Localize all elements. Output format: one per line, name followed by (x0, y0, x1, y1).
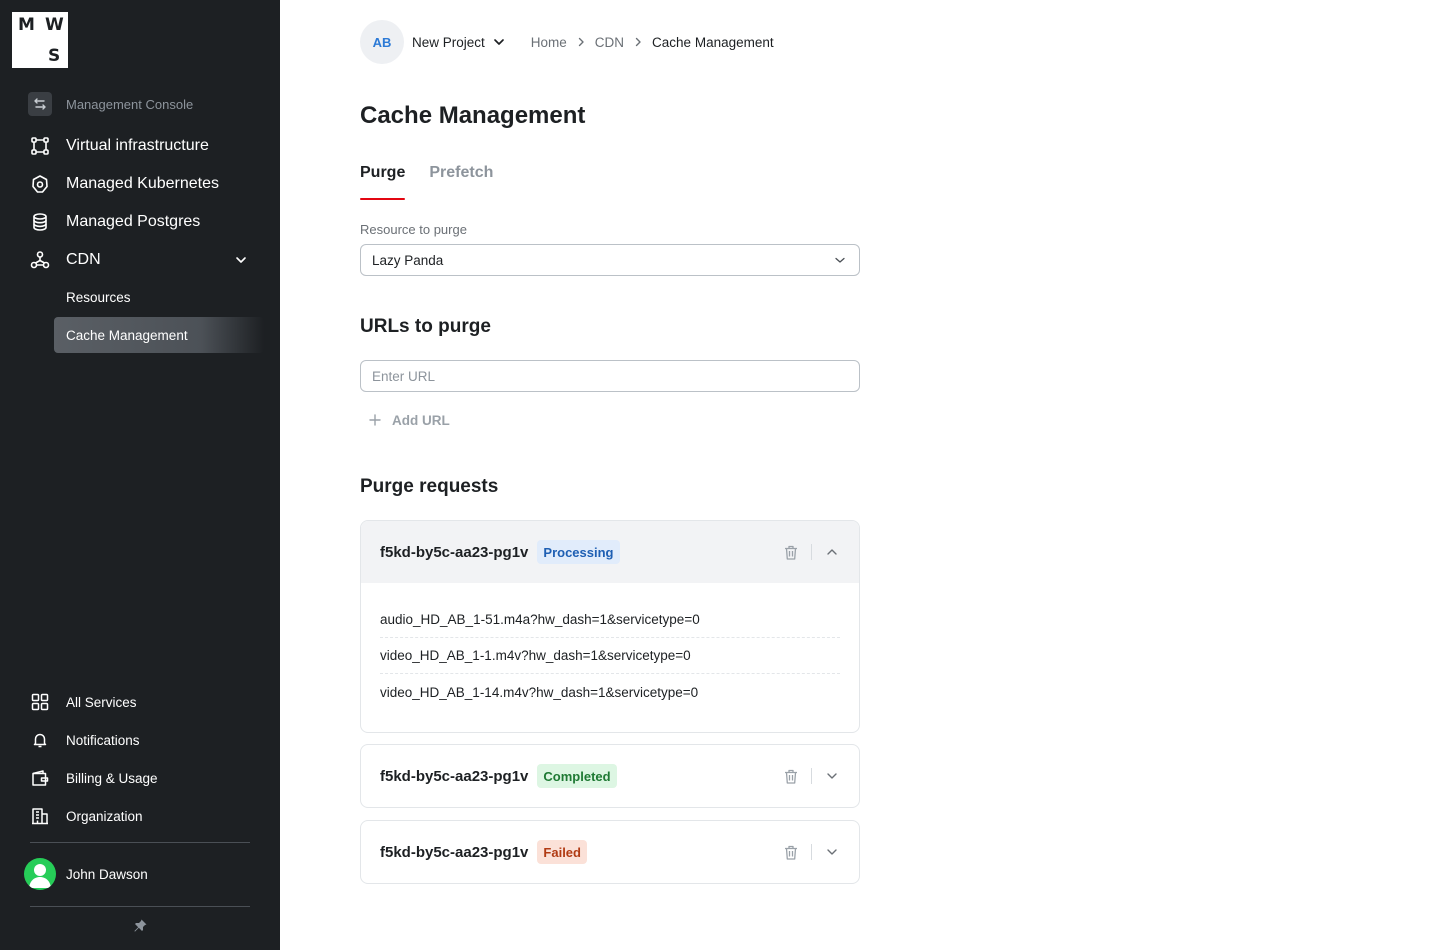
management-console-switch[interactable]: Management Console (28, 92, 193, 116)
trash-icon[interactable] (783, 844, 799, 860)
chevron-up-icon[interactable] (824, 544, 840, 560)
breadcrumb: Home CDN Cache Management (531, 35, 774, 50)
add-url-button[interactable]: Add URL (368, 408, 450, 432)
purge-request-header[interactable]: f5kd-by5c-aa23-pg1v Completed (361, 745, 859, 807)
sidebar-subitem-cache-management[interactable]: Cache Management (54, 317, 264, 353)
breadcrumb-home[interactable]: Home (531, 35, 567, 50)
trash-icon[interactable] (783, 768, 799, 784)
page-title: Cache Management (360, 102, 586, 129)
sidebar-item-managed-postgres[interactable]: Managed Postgres (28, 210, 200, 234)
chevron-down-icon[interactable] (233, 252, 249, 268)
action-divider (811, 844, 812, 860)
sidebar-divider (30, 906, 250, 907)
sidebar-item-notifications[interactable]: Notifications (28, 728, 140, 752)
add-url-label: Add URL (392, 412, 450, 428)
user-name: John Dawson (66, 866, 148, 882)
purge-request-card: f5kd-by5c-aa23-pg1v Failed (360, 820, 860, 884)
management-console-label: Management Console (66, 96, 194, 112)
chevron-right-icon (575, 36, 587, 48)
sidebar-item-billing-usage[interactable]: Billing & Usage (28, 766, 158, 790)
tab-prefetch[interactable]: Prefetch (429, 164, 493, 200)
building-icon (28, 804, 52, 828)
sidebar-item-label: Notifications (66, 732, 140, 748)
purge-request-header[interactable]: f5kd-by5c-aa23-pg1v Failed (361, 821, 859, 883)
status-badge: Completed (537, 764, 617, 788)
sidebar-item-organization[interactable]: Organization (28, 804, 143, 828)
database-icon (28, 210, 52, 234)
project-selector[interactable]: New Project (412, 35, 485, 50)
wallet-icon (28, 766, 52, 790)
sidebar-subitem-label: Resources (66, 289, 131, 305)
cdn-icon (28, 248, 52, 272)
grid-icon (28, 690, 52, 714)
logo-letter: W (45, 15, 64, 35)
tab-purge[interactable]: Purge (360, 164, 406, 200)
project-avatar[interactable]: AB (360, 20, 404, 64)
user-profile[interactable]: John Dawson (24, 858, 148, 890)
sidebar-item-label: Managed Postgres (66, 213, 201, 230)
purge-request-card: f5kd-by5c-aa23-pg1v Processing audio_HD_… (360, 520, 860, 733)
logo-letter: M (18, 15, 35, 35)
avatar (24, 858, 56, 890)
sidebar-item-all-services[interactable]: All Services (28, 690, 137, 714)
requests-section-title: Purge requests (360, 476, 499, 497)
tabs: Purge Prefetch (360, 164, 517, 200)
urls-section-title: URLs to purge (360, 316, 491, 337)
sidebar-item-label: CDN (66, 251, 101, 268)
breadcrumb-current: Cache Management (652, 34, 774, 50)
pin-icon[interactable] (132, 918, 148, 934)
logo-letter: S (48, 46, 61, 66)
breadcrumb-cdn[interactable]: CDN (595, 35, 624, 50)
chevron-down-icon[interactable] (824, 768, 840, 784)
purge-request-id: f5kd-by5c-aa23-pg1v (380, 543, 529, 561)
resource-select[interactable]: Lazy Panda (360, 244, 860, 276)
sidebar-item-label: Managed Kubernetes (66, 175, 219, 192)
resource-select-value: Lazy Panda (372, 252, 444, 268)
sidebar-item-label: Virtual infrastructure (66, 137, 209, 154)
resource-label: Resource to purge (360, 222, 467, 237)
plus-icon (368, 413, 382, 427)
main-content: AB New Project Home CDN Cache Management… (360, 0, 1360, 950)
switch-arrows-icon (28, 92, 52, 116)
url-row: video_HD_AB_1-14.m4v?hw_dash=1&servicety… (380, 684, 699, 700)
sidebar-subitem-resources[interactable]: Resources (54, 279, 264, 315)
sidebar-divider (30, 842, 250, 843)
purge-request-header[interactable]: f5kd-by5c-aa23-pg1v Processing (361, 521, 859, 583)
nodes-icon (28, 134, 52, 158)
chevron-right-icon (632, 36, 644, 48)
sidebar-item-managed-kubernetes[interactable]: Managed Kubernetes (28, 172, 219, 196)
sidebar-subitem-label: Cache Management (66, 327, 188, 343)
url-row: audio_HD_AB_1-51.m4a?hw_dash=1&servicety… (380, 602, 840, 638)
purge-request-id: f5kd-by5c-aa23-pg1v (380, 843, 529, 861)
sidebar-item-virtual-infrastructure[interactable]: Virtual infrastructure (28, 134, 209, 158)
sidebar-item-cdn[interactable]: CDN (28, 248, 246, 272)
topbar: AB New Project Home CDN Cache Management (360, 20, 774, 64)
kubernetes-icon (28, 172, 52, 196)
purge-request-id: f5kd-by5c-aa23-pg1v (380, 767, 529, 785)
action-divider (811, 544, 812, 560)
sidebar: M W S Management Console Virtual infrast… (0, 0, 280, 950)
status-badge: Failed (537, 840, 587, 864)
purge-request-card: f5kd-by5c-aa23-pg1v Completed (360, 744, 860, 808)
sidebar-item-label: Organization (66, 808, 143, 824)
url-row: video_HD_AB_1-1.m4v?hw_dash=1&servicetyp… (380, 638, 840, 674)
sidebar-item-label: Billing & Usage (66, 770, 158, 786)
status-badge: Processing (537, 540, 620, 564)
bell-icon (28, 728, 52, 752)
action-divider (811, 768, 812, 784)
purge-request-urls: audio_HD_AB_1-51.m4a?hw_dash=1&servicety… (361, 583, 859, 732)
sidebar-item-label: All Services (66, 694, 137, 710)
chevron-down-icon (833, 253, 847, 267)
mws-logo[interactable]: M W S (12, 12, 68, 68)
chevron-down-icon[interactable] (491, 34, 507, 50)
trash-icon[interactable] (783, 544, 799, 560)
chevron-down-icon[interactable] (824, 844, 840, 860)
url-input[interactable] (360, 360, 860, 392)
